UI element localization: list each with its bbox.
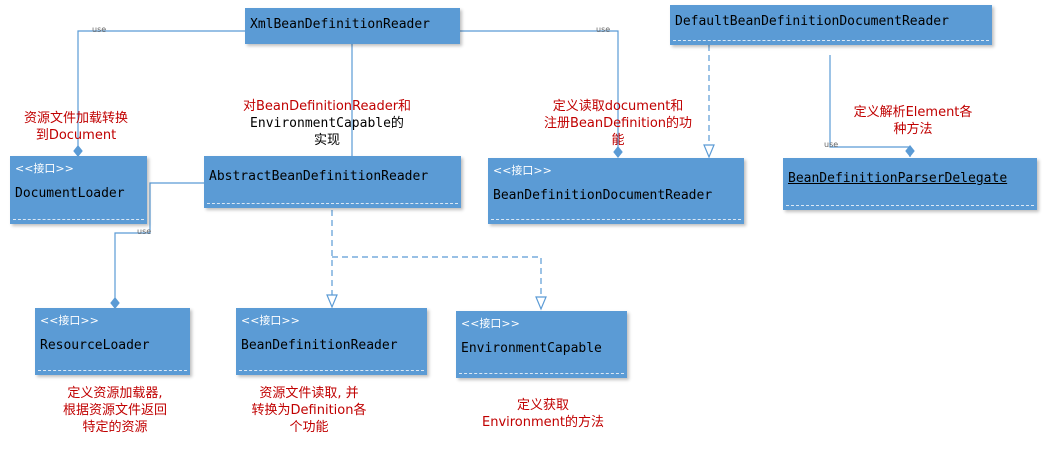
note-line: 注册BeanDefinition的功 — [543, 116, 693, 131]
class-bean-definition-parser-delegate[interactable]: BeanDefinitionParserDelegate — [783, 158, 1037, 210]
note-bean-definition-reader: 资源文件读取, 并 转换为Definition各 个功能 — [234, 385, 384, 436]
class-divider — [207, 203, 458, 204]
class-divider — [459, 373, 624, 374]
note-line: EnvironmentCapable的 — [250, 116, 404, 131]
note-line: 资源文件加载转换 — [23, 111, 128, 126]
interface-stereotype: <<接口>> — [40, 314, 99, 327]
note-line: 定义读取document和 — [552, 99, 684, 114]
note-line: 转换为Definition各 — [251, 403, 367, 418]
class-xml-bean-definition-reader[interactable]: XmlBeanDefinitionReader — [245, 8, 460, 44]
class-divider — [13, 219, 144, 220]
note-line: 特定的资源 — [82, 420, 148, 435]
note-parser-delegate: 定义解析Element各 种方法 — [838, 104, 988, 138]
interface-name: ResourceLoader — [40, 338, 150, 353]
note-line: 对BeanDefinitionReader和 — [242, 99, 412, 114]
class-divider — [239, 370, 424, 371]
interface-environment-capable[interactable]: <<接口>> EnvironmentCapable — [456, 311, 627, 378]
interface-stereotype: <<接口>> — [461, 317, 520, 330]
note-abstract-reader: 对BeanDefinitionReader和 EnvironmentCapabl… — [232, 98, 422, 149]
class-name: AbstractBeanDefinitionReader — [209, 169, 429, 184]
note-resource-loader: 定义资源加载器, 根据资源文件返回 特定的资源 — [40, 385, 190, 436]
interface-stereotype: <<接口>> — [241, 314, 300, 327]
note-line: 种方法 — [893, 122, 933, 137]
note-line: 定义解析Element各 — [853, 105, 973, 120]
note-document-reader: 定义读取document和 注册BeanDefinition的功 能 — [528, 98, 708, 149]
note-line: 个功能 — [289, 420, 329, 435]
implements-link-abstract-env — [332, 256, 542, 297]
interface-name: EnvironmentCapable — [461, 341, 602, 356]
note-line: Environment的方法 — [481, 415, 604, 430]
note-line: 能 — [611, 133, 625, 148]
note-document-loader: 资源文件加载转换 到Document — [6, 110, 146, 144]
class-name: BeanDefinitionParserDelegate — [788, 171, 1008, 186]
note-environment-capable: 定义获取 Environment的方法 — [468, 397, 618, 431]
class-divider — [38, 370, 187, 371]
class-divider — [786, 205, 1034, 206]
use-label-resourceloader: use — [137, 227, 152, 236]
interface-name: BeanDefinitionDocumentReader — [493, 188, 713, 203]
note-line: 资源文件读取, 并 — [259, 386, 359, 401]
note-line: 定义获取 — [516, 398, 569, 413]
class-abstract-bean-definition-reader[interactable]: AbstractBeanDefinitionReader — [204, 156, 461, 208]
class-default-bean-definition-document-reader[interactable]: DefaultBeanDefinitionDocumentReader — [670, 5, 992, 45]
interface-stereotype: <<接口>> — [15, 162, 74, 175]
interface-stereotype: <<接口>> — [493, 164, 552, 177]
class-name: DefaultBeanDefinitionDocumentReader — [675, 14, 949, 29]
class-divider — [673, 40, 989, 41]
interface-bean-definition-document-reader[interactable]: <<接口>> BeanDefinitionDocumentReader — [488, 158, 744, 224]
note-line: 实现 — [313, 133, 340, 148]
class-divider — [491, 219, 741, 220]
interface-document-loader[interactable]: <<接口>> DocumentLoader — [10, 156, 147, 224]
note-line: 定义资源加载器, — [67, 386, 163, 401]
interface-name: BeanDefinitionReader — [241, 338, 398, 353]
interface-resource-loader[interactable]: <<接口>> ResourceLoader — [35, 308, 190, 375]
connector-layer — [73, 30, 915, 311]
use-label-delegate: use — [824, 140, 839, 149]
note-line: 到Document — [35, 128, 117, 143]
use-label-documentloader: use — [92, 25, 107, 34]
interface-bean-definition-reader[interactable]: <<接口>> BeanDefinitionReader — [236, 308, 427, 375]
use-label-docreader: use — [596, 25, 611, 34]
note-line: 根据资源文件返回 — [62, 403, 167, 418]
class-name: XmlBeanDefinitionReader — [250, 17, 431, 32]
interface-name: DocumentLoader — [15, 186, 125, 201]
